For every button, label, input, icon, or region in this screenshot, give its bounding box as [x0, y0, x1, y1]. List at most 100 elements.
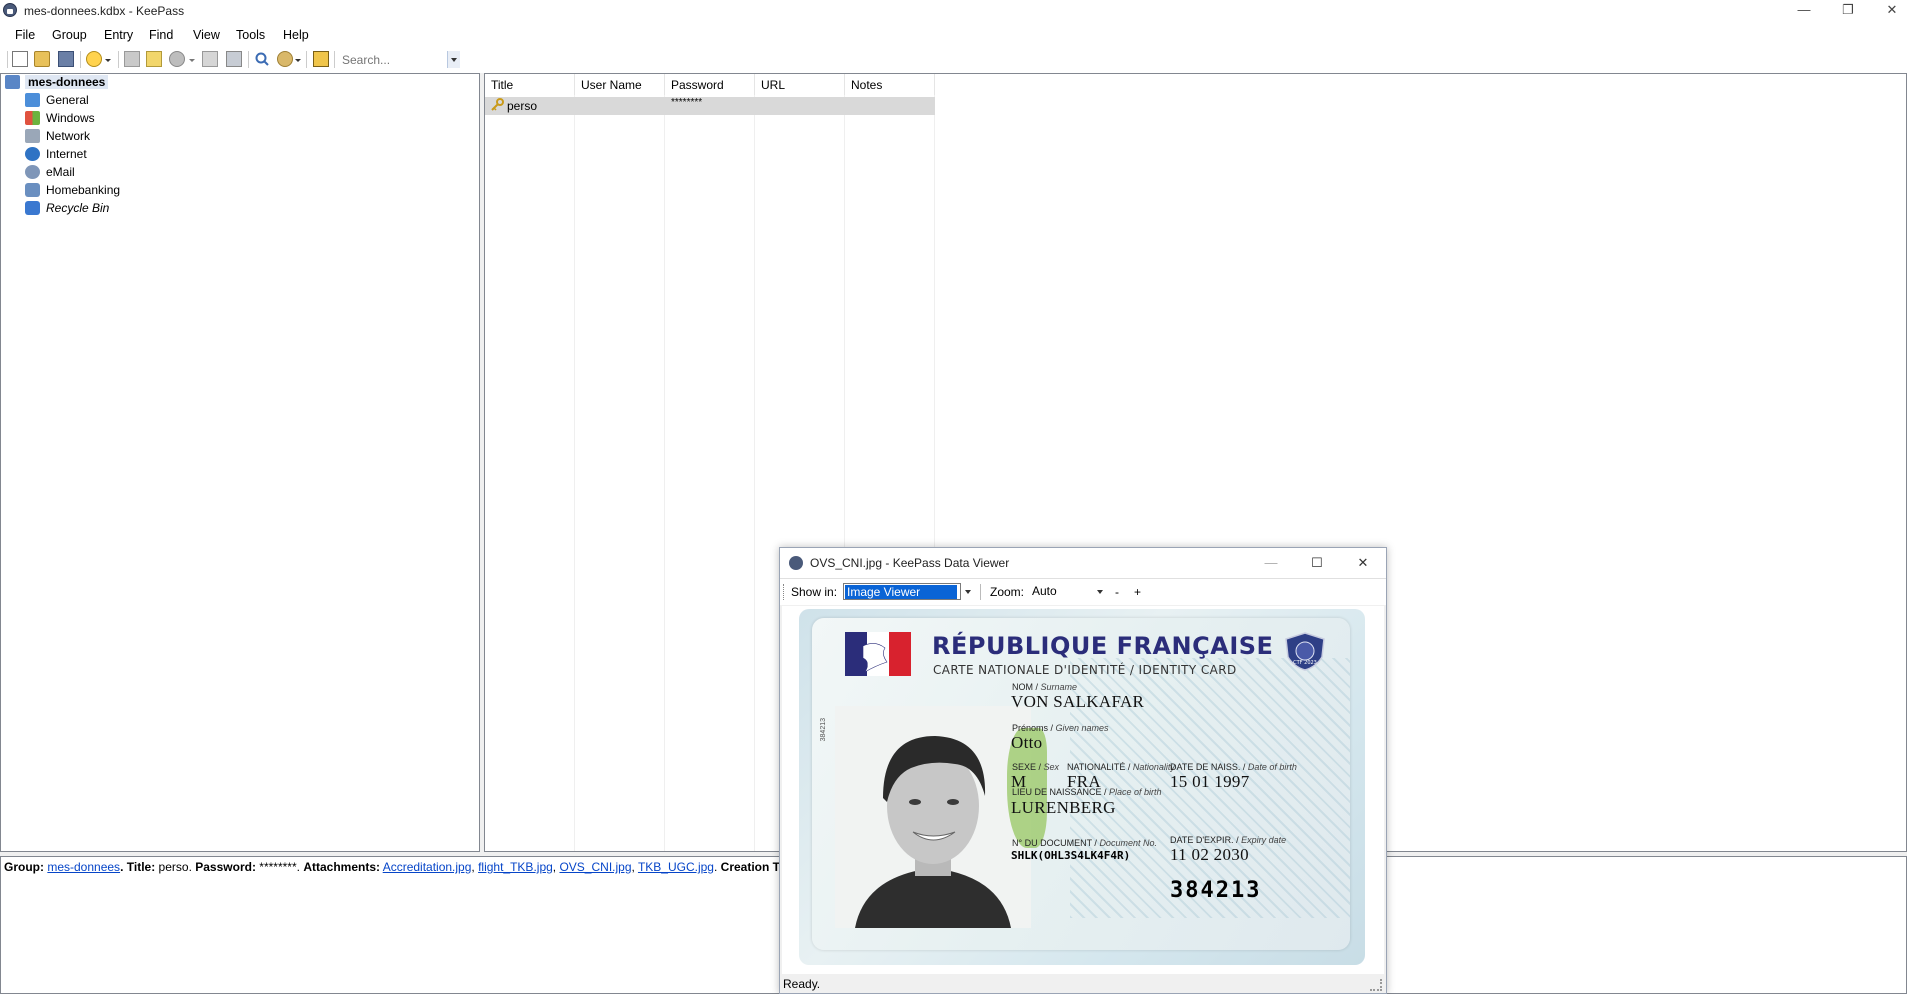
new-database-icon[interactable] — [12, 51, 28, 67]
table-row[interactable]: perso ******** — [485, 97, 935, 115]
surname-label: NOM / Surname — [1012, 682, 1078, 692]
column-header-username[interactable]: User Name — [575, 74, 665, 95]
viewer-status-bar: Ready. — [780, 974, 1386, 993]
details-password-value: ********. — [259, 860, 300, 874]
marianne-flag-logo — [845, 632, 911, 676]
column-divider — [574, 95, 575, 851]
tree-item-label: General — [46, 93, 89, 107]
card-header: RÉPUBLIQUE FRANÇAISE — [932, 632, 1274, 660]
viewer-toolbar: Show in: Image Viewer Zoom: Auto - + — [780, 578, 1386, 605]
chevron-down-icon[interactable] — [961, 583, 975, 600]
viewer-title: OVS_CNI.jpg - KeePass Data Viewer — [810, 556, 1010, 570]
menu-group[interactable]: Group — [52, 28, 87, 42]
menu-entry[interactable]: Entry — [104, 28, 133, 42]
copy-username-icon[interactable] — [124, 51, 140, 67]
attachment-link[interactable]: flight_TKB.jpg — [478, 860, 553, 874]
column-header-notes[interactable]: Notes — [845, 74, 935, 95]
toolbar-grip — [783, 584, 786, 600]
viewer-close-button[interactable]: ✕ — [1348, 552, 1378, 574]
toolbar-separator — [80, 51, 81, 68]
add-entry-icon[interactable] — [86, 51, 102, 67]
tree-item-label: Internet — [46, 147, 87, 161]
chevron-down-icon[interactable] — [104, 51, 112, 67]
menu-file[interactable]: File — [15, 28, 35, 42]
show-in-select[interactable]: Image Viewer — [843, 583, 961, 600]
zoom-out-button[interactable]: - — [1115, 585, 1119, 599]
email-icon — [25, 165, 40, 179]
column-header-title[interactable]: Title — [485, 74, 575, 95]
expiry-date-value: 11 02 2030 — [1170, 845, 1249, 864]
search-dropdown-button[interactable] — [447, 51, 460, 68]
menu-view[interactable]: View — [193, 28, 220, 42]
attachment-link[interactable]: TKB_UGC.jpg — [638, 860, 714, 874]
status-text: Ready. — [783, 977, 821, 991]
menu-find[interactable]: Find — [149, 28, 173, 42]
sort-icon[interactable] — [277, 51, 293, 67]
place-of-birth-value: LURENBERG — [1011, 798, 1116, 817]
open-folder-icon — [5, 75, 20, 89]
open-url-icon[interactable] — [169, 51, 185, 67]
details-title-label: Title: — [126, 860, 156, 874]
document-number-label: N° DU DOCUMENT / Document No. — [1012, 838, 1157, 848]
menu-help[interactable]: Help — [283, 28, 309, 42]
toolbar-separator — [334, 51, 335, 68]
toolbar-grip — [7, 51, 8, 68]
folder-icon — [25, 93, 40, 107]
details-title-value: perso. — [158, 860, 192, 874]
details-attachments-label: Attachments: — [303, 860, 381, 874]
tree-item-label: eMail — [46, 165, 75, 179]
find-icon[interactable] — [254, 51, 270, 67]
window-title: mes-donnees.kdbx - KeePass — [24, 4, 185, 18]
open-folder-icon[interactable] — [34, 51, 50, 67]
viewer-title-bar[interactable]: OVS_CNI.jpg - KeePass Data Viewer — ☐ ✕ — [780, 548, 1386, 578]
minimize-button[interactable]: — — [1782, 0, 1826, 22]
entry-password: ******** — [671, 97, 703, 108]
zoom-label: Zoom: — [990, 585, 1025, 599]
group-tree[interactable]: mes-donnees General Windows Network Inte… — [0, 73, 480, 852]
column-divider — [664, 95, 665, 851]
keepass-lock-icon — [3, 3, 17, 17]
chevron-down-icon[interactable] — [188, 51, 196, 67]
image-viewer[interactable]: 384213 RÉPUBLIQUE FRANÇAISE CARTE NATION… — [782, 606, 1384, 974]
copy-password-icon[interactable] — [146, 51, 162, 67]
sex-label: SEXE / Sex — [1012, 762, 1060, 772]
tree-item-label: Network — [46, 129, 91, 143]
data-viewer-window[interactable]: OVS_CNI.jpg - KeePass Data Viewer — ☐ ✕ … — [779, 547, 1387, 994]
close-button[interactable]: ✕ — [1870, 0, 1907, 22]
chevron-down-icon[interactable] — [294, 51, 302, 67]
save-icon[interactable] — [58, 51, 74, 67]
badge-text: CTF 2023 — [1293, 660, 1317, 666]
shield-badge-icon: CTF 2023 — [1285, 632, 1325, 671]
card-number: 384213 — [1170, 878, 1262, 903]
column-divider — [754, 95, 755, 851]
attachment-link[interactable]: OVS_CNI.jpg — [559, 860, 631, 874]
column-header-url[interactable]: URL — [755, 74, 845, 95]
tree-item-label: Windows — [46, 111, 95, 125]
chevron-down-icon[interactable] — [1093, 583, 1107, 600]
recycle-bin-icon — [25, 201, 40, 215]
zoom-in-button[interactable]: + — [1134, 585, 1141, 599]
attachment-link[interactable]: Accreditation.jpg — [383, 860, 472, 874]
toolbar-separator — [980, 584, 981, 600]
copy-entry-icon[interactable] — [202, 51, 218, 67]
menu-tools[interactable]: Tools — [236, 28, 265, 42]
lock-workspace-icon[interactable] — [313, 51, 329, 67]
print-icon[interactable] — [226, 51, 242, 67]
homebanking-icon — [25, 183, 40, 197]
tree-root-label: mes-donnees — [25, 75, 109, 89]
show-in-label: Show in: — [791, 585, 838, 599]
details-group-link[interactable]: mes-donnees — [47, 860, 120, 874]
globe-icon — [25, 147, 40, 161]
resize-grip[interactable] — [1370, 979, 1382, 991]
restore-button[interactable]: ❐ — [1826, 0, 1870, 22]
id-photo — [835, 706, 1031, 928]
search-input[interactable] — [340, 50, 464, 70]
menu-bar: File Group Entry Find View Tools Help — [0, 24, 1907, 46]
details-password-label: Password: — [195, 860, 256, 874]
toolbar — [0, 48, 1907, 72]
tree-item-label: Homebanking — [46, 183, 121, 197]
column-header-password[interactable]: Password — [665, 74, 755, 95]
viewer-maximize-button[interactable]: ☐ — [1302, 552, 1332, 574]
keepass-lock-icon — [789, 556, 803, 570]
viewer-minimize-button[interactable]: — — [1256, 552, 1286, 574]
